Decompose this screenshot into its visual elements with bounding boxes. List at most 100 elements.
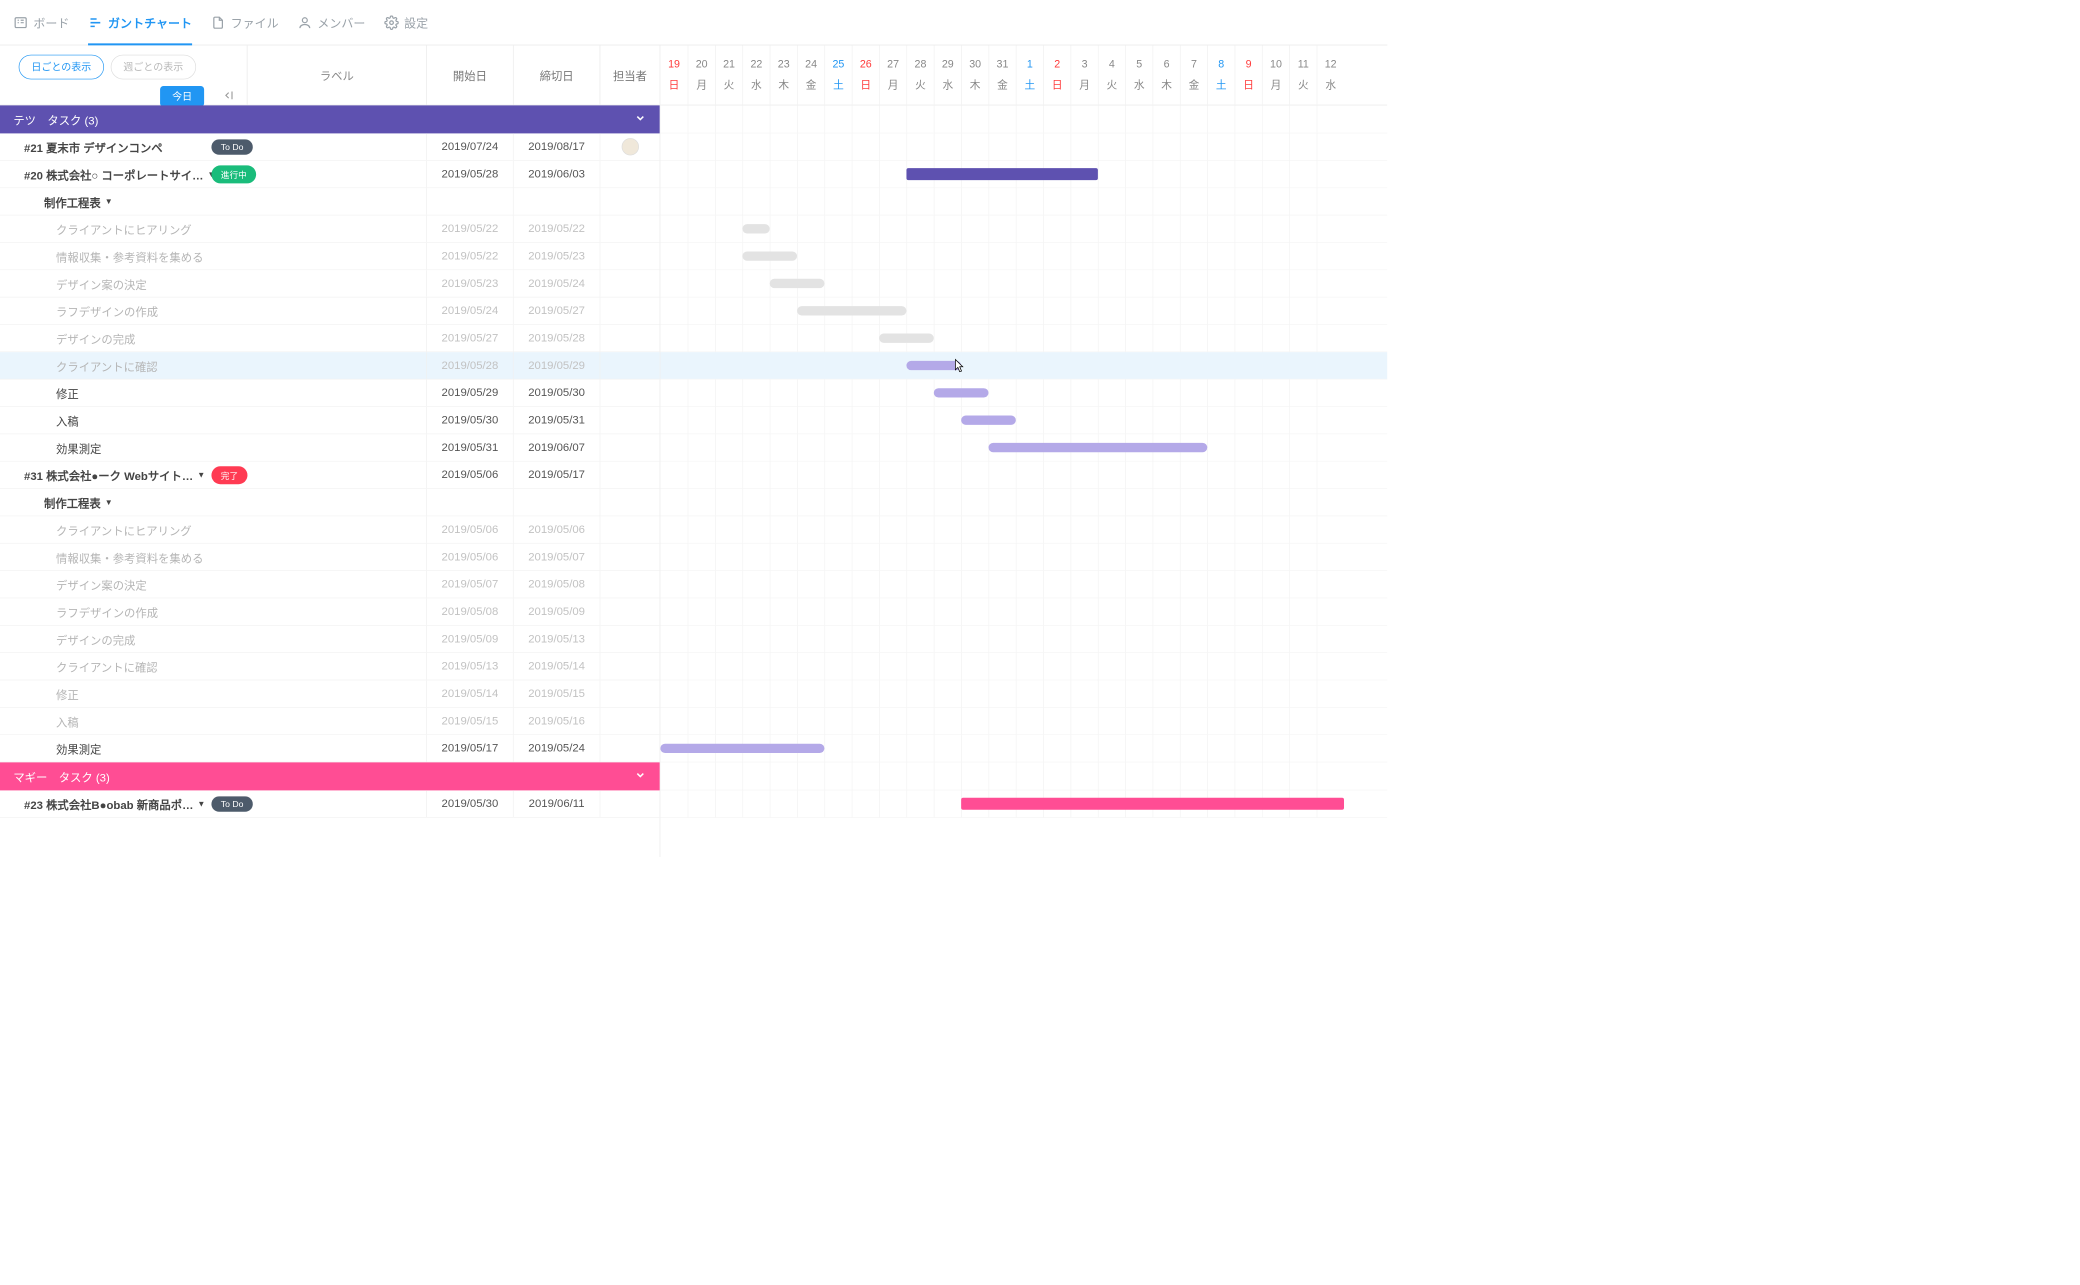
- group-title: マギー タスク (3): [13, 768, 109, 785]
- subtask-row[interactable]: デザインの完成2019/05/092019/05/13: [0, 626, 660, 653]
- day-weekday: 水: [751, 76, 762, 92]
- task-row[interactable]: #23 株式会社B●obab 新商品ポ…▼To Do2019/05/302019…: [0, 790, 660, 817]
- task-name: #21 夏末市 デザインコンペ: [0, 138, 215, 155]
- status-cell: 進行中: [215, 165, 247, 183]
- day-weekday: 水: [942, 76, 953, 92]
- status-badge: 進行中: [211, 165, 256, 183]
- gantt-row: [660, 653, 1387, 680]
- due-date: 2019/06/11: [513, 790, 600, 817]
- subtask-row[interactable]: 入稿2019/05/302019/05/31: [0, 407, 660, 434]
- subtask-row[interactable]: クライアントに確認2019/05/282019/05/29: [0, 352, 660, 379]
- assignee-cell: [600, 161, 660, 188]
- tab-board-label: ボード: [33, 14, 69, 31]
- gantt-bar[interactable]: [797, 306, 906, 315]
- day-number: 22: [750, 58, 762, 70]
- subtask-row[interactable]: ラフデザインの作成2019/05/082019/05/09: [0, 598, 660, 625]
- caret-down-icon[interactable]: ▼: [197, 799, 205, 808]
- due-date: 2019/06/07: [513, 434, 600, 461]
- avatar[interactable]: [621, 138, 638, 155]
- subtask-header[interactable]: 制作工程表▼: [0, 188, 660, 215]
- start-date: 2019/05/08: [426, 598, 513, 625]
- gantt-bar[interactable]: [742, 251, 797, 260]
- day-weekday: 月: [696, 76, 707, 92]
- day-column: 21火: [715, 45, 742, 104]
- subtask-row[interactable]: 修正2019/05/292019/05/30: [0, 380, 660, 407]
- caret-down-icon[interactable]: ▼: [197, 470, 205, 479]
- task-name: #20 株式会社○ コーポレートサイ…▼: [0, 166, 215, 183]
- day-number: 1: [1027, 58, 1033, 70]
- subtask-row[interactable]: クライアントに確認2019/05/132019/05/14: [0, 653, 660, 680]
- day-number: 25: [832, 58, 844, 70]
- day-weekday: 日: [1052, 76, 1063, 92]
- gantt-row: [660, 434, 1387, 461]
- day-number: 10: [1270, 58, 1282, 70]
- due-date: [513, 489, 600, 516]
- status-cell: To Do: [215, 796, 247, 811]
- gantt-bar[interactable]: [742, 224, 769, 233]
- tab-files[interactable]: ファイル: [211, 14, 279, 31]
- subtask-row[interactable]: ラフデザインの作成2019/05/242019/05/27: [0, 297, 660, 324]
- caret-down-icon[interactable]: ▼: [105, 498, 113, 507]
- gantt-bar[interactable]: [934, 388, 989, 397]
- task-row[interactable]: #21 夏末市 デザインコンペTo Do2019/07/242019/08/17: [0, 133, 660, 160]
- subtask-row[interactable]: 効果測定2019/05/172019/05/24: [0, 735, 660, 762]
- due-date: 2019/05/23: [513, 243, 600, 270]
- group-header[interactable]: マギー タスク (3): [0, 762, 660, 790]
- day-weekday: 火: [915, 76, 926, 92]
- day-column: 20月: [688, 45, 715, 104]
- due-date: 2019/05/29: [513, 352, 600, 379]
- today-button[interactable]: 今日: [160, 86, 204, 107]
- subtask-row[interactable]: デザインの完成2019/05/272019/05/28: [0, 325, 660, 352]
- gantt-bar[interactable]: [660, 744, 824, 753]
- assignee-cell: [600, 462, 660, 489]
- subtask-row[interactable]: 効果測定2019/05/312019/06/07: [0, 434, 660, 461]
- tab-board[interactable]: ボード: [13, 14, 69, 31]
- tab-members[interactable]: メンバー: [297, 14, 365, 31]
- weekly-view-button[interactable]: 週ごとの表示: [111, 55, 196, 80]
- assignee-cell: [600, 243, 660, 270]
- gantt-bar[interactable]: [961, 416, 1016, 425]
- gantt-bar[interactable]: [879, 334, 934, 343]
- due-date: [513, 188, 600, 215]
- subtask-row[interactable]: 情報収集・参考資料を集める2019/05/062019/05/07: [0, 544, 660, 571]
- gantt-row: [660, 243, 1387, 270]
- assignee-cell: [600, 434, 660, 461]
- gantt-row: [660, 598, 1387, 625]
- group-header[interactable]: テツ タスク (3): [0, 105, 660, 133]
- daily-view-button[interactable]: 日ごとの表示: [19, 55, 104, 80]
- collapse-sidebar-icon[interactable]: [221, 89, 234, 104]
- subtask-row[interactable]: デザイン案の決定2019/05/232019/05/24: [0, 270, 660, 297]
- day-weekday: 土: [1216, 76, 1227, 92]
- gantt-bar[interactable]: [961, 798, 1344, 810]
- status-cell: To Do: [215, 139, 247, 154]
- day-column: 22 水: [742, 45, 769, 104]
- task-name: 入稿: [0, 713, 215, 730]
- start-date: 2019/05/06: [426, 516, 513, 543]
- day-column: 29水: [934, 45, 961, 104]
- day-column: 28火: [906, 45, 933, 104]
- caret-down-icon[interactable]: ▼: [105, 197, 113, 206]
- assignee-cell: [600, 215, 660, 242]
- subtask-row[interactable]: 修正2019/05/142019/05/15: [0, 680, 660, 707]
- subtask-header[interactable]: 制作工程表▼: [0, 489, 660, 516]
- tab-gantt-label: ガントチャート: [108, 14, 192, 31]
- tab-gantt[interactable]: ガントチャート: [88, 14, 192, 45]
- subtask-row[interactable]: 入稿2019/05/152019/05/16: [0, 708, 660, 735]
- status-badge: To Do: [211, 796, 252, 811]
- gantt-bar[interactable]: [988, 443, 1207, 452]
- tab-members-label: メンバー: [317, 14, 365, 31]
- subtask-row[interactable]: デザイン案の決定2019/05/072019/05/08: [0, 571, 660, 598]
- task-row[interactable]: #31 株式会社●ーク Webサイト…▼完了2019/05/062019/05/…: [0, 462, 660, 489]
- tab-settings[interactable]: 設定: [384, 14, 428, 31]
- view-toggle: 日ごとの表示 週ごとの表示: [0, 55, 247, 80]
- gantt-bar[interactable]: [770, 279, 825, 288]
- subtask-row[interactable]: 情報収集・参考資料を集める2019/05/222019/05/23: [0, 243, 660, 270]
- task-row[interactable]: #20 株式会社○ コーポレートサイ…▼進行中2019/05/282019/06…: [0, 161, 660, 188]
- due-date: 2019/05/08: [513, 571, 600, 598]
- task-name: #31 株式会社●ーク Webサイト…▼: [0, 467, 215, 484]
- subtask-row[interactable]: クライアントにヒアリング2019/05/062019/05/06: [0, 516, 660, 543]
- subtask-row[interactable]: クライアントにヒアリング2019/05/222019/05/22: [0, 215, 660, 242]
- gantt-bar[interactable]: [906, 361, 961, 370]
- gantt-bar[interactable]: [906, 168, 1097, 180]
- day-number: 27: [887, 58, 899, 70]
